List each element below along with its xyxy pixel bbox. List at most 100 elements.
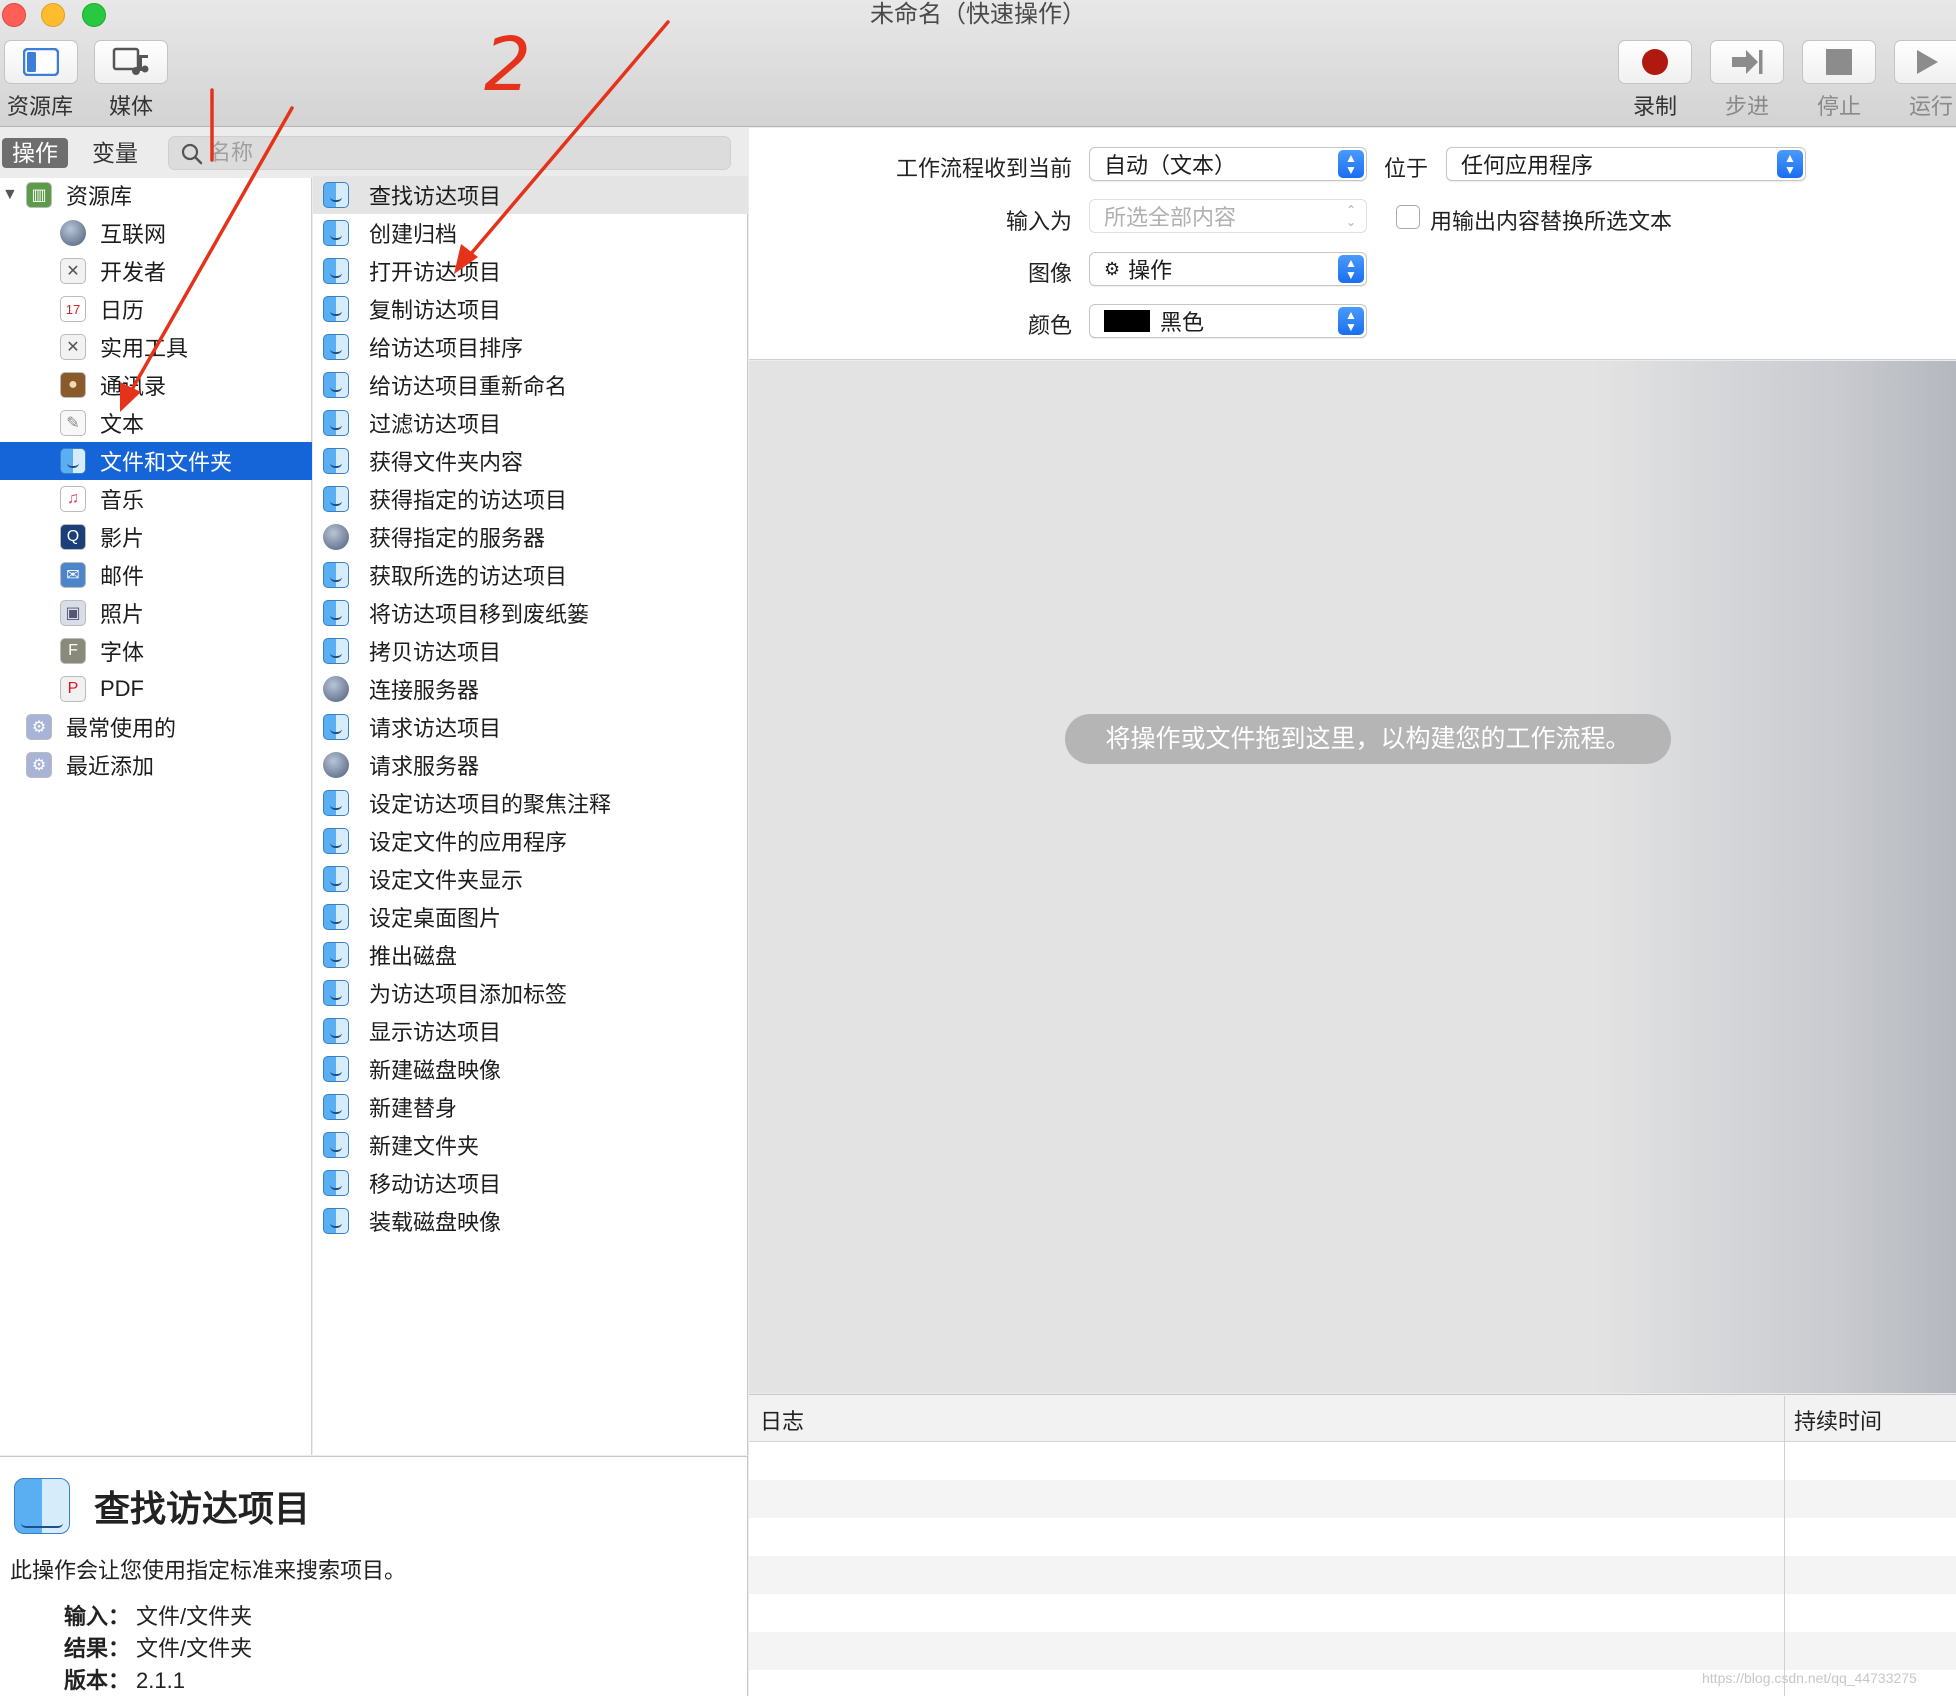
image-value: 操作: [1128, 258, 1173, 283]
tab-actions[interactable]: 操作: [2, 138, 68, 168]
library-item-1[interactable]: 互联网: [0, 214, 312, 252]
row-label: 给访达项目重新命名: [369, 374, 568, 399]
action-item-18[interactable]: 设定文件的应用程序: [313, 822, 748, 860]
duration-column-header[interactable]: 持续时间: [1794, 1404, 1882, 1436]
action-item-21[interactable]: 推出磁盘: [313, 936, 748, 974]
library-item-6[interactable]: ✎ 文本: [0, 404, 312, 442]
finder-icon: [323, 790, 349, 816]
search-field[interactable]: [168, 136, 731, 170]
library-root-item[interactable]: ▥ 资源库 ▼: [0, 176, 312, 214]
action-item-26[interactable]: 新建文件夹: [313, 1126, 748, 1164]
action-item-20[interactable]: 设定桌面图片: [313, 898, 748, 936]
photos-icon: ▣: [60, 600, 86, 626]
tab-variables[interactable]: 变量: [82, 138, 148, 168]
action-item-2[interactable]: 创建归档: [313, 214, 748, 252]
row-label: 连接服务器: [369, 678, 480, 703]
library-item-9[interactable]: Q 影片: [0, 518, 312, 556]
action-item-25[interactable]: 新建替身: [313, 1088, 748, 1126]
row-label: 装载磁盘映像: [369, 1210, 502, 1235]
smart-group-item-2[interactable]: ⚙ 最近添加: [0, 746, 312, 784]
action-item-28[interactable]: 装载磁盘映像: [313, 1202, 748, 1240]
image-popup[interactable]: ⚙ 操作 ▲ ▼: [1089, 252, 1367, 286]
action-item-4[interactable]: 复制访达项目: [313, 290, 748, 328]
action-item-5[interactable]: 给访达项目排序: [313, 328, 748, 366]
library-root-icon: ▥: [26, 182, 52, 208]
action-item-14[interactable]: 连接服务器: [313, 670, 748, 708]
library-item-2[interactable]: ✕ 开发者: [0, 252, 312, 290]
library-button[interactable]: [4, 40, 78, 84]
input-is-popup[interactable]: 所选全部内容 ⌃ ⌄: [1089, 199, 1367, 233]
image-label: 图像: [1027, 261, 1072, 286]
description-result-label: 结果：: [64, 1636, 131, 1661]
row-label: 照片: [100, 602, 145, 627]
row-label: 新建替身: [369, 1096, 458, 1121]
action-item-23[interactable]: 显示访达项目: [313, 1012, 748, 1050]
action-item-10[interactable]: 获得指定的服务器: [313, 518, 748, 556]
finder-icon: [323, 904, 349, 930]
action-item-22[interactable]: 为访达项目添加标签: [313, 974, 748, 1012]
log-column-header[interactable]: 日志: [760, 1404, 804, 1436]
receives-popup[interactable]: 自动（文本） ▲ ▼: [1089, 147, 1367, 181]
finder-icon: [323, 714, 349, 740]
finder-icon: [323, 1094, 349, 1120]
library-icon: [23, 48, 59, 76]
action-item-17[interactable]: 设定访达项目的聚焦注释: [313, 784, 748, 822]
library-item-12[interactable]: F 字体: [0, 632, 312, 670]
library-item-5[interactable]: ● 通讯录: [0, 366, 312, 404]
log-row: [749, 1632, 1956, 1670]
run-label: 运行: [1908, 94, 1953, 119]
quicktime-icon: Q: [60, 524, 86, 550]
library-item-11[interactable]: ▣ 照片: [0, 594, 312, 632]
color-popup[interactable]: 黑色 ▲ ▼: [1089, 304, 1367, 338]
row-label: 开发者: [100, 260, 167, 285]
replace-text-label: 用输出内容替换所选文本: [1430, 209, 1673, 234]
finder-icon: [323, 1056, 349, 1082]
action-item-27[interactable]: 移动访达项目: [313, 1164, 748, 1202]
action-item-9[interactable]: 获得指定的访达项目: [313, 480, 748, 518]
row-label: 请求访达项目: [369, 716, 502, 741]
replace-text-checkbox[interactable]: [1396, 205, 1420, 229]
action-item-6[interactable]: 给访达项目重新命名: [313, 366, 748, 404]
step-button[interactable]: [1710, 40, 1784, 84]
action-item-24[interactable]: 新建磁盘映像: [313, 1050, 748, 1088]
library-item-13[interactable]: P PDF: [0, 670, 312, 708]
stop-button[interactable]: [1802, 40, 1876, 84]
action-item-7[interactable]: 过滤访达项目: [313, 404, 748, 442]
step-icon: [1732, 50, 1763, 74]
smart-group-item-1[interactable]: ⚙ 最常使用的: [0, 708, 312, 746]
row-label: 为访达项目添加标签: [369, 982, 568, 1007]
action-item-15[interactable]: 请求访达项目: [313, 708, 748, 746]
finder-icon: [323, 410, 349, 436]
action-item-12[interactable]: 将访达项目移到废纸篓: [313, 594, 748, 632]
finder-icon: [323, 486, 349, 512]
action-item-11[interactable]: 获取所选的访达项目: [313, 556, 748, 594]
gear-icon: ⚙: [1104, 258, 1121, 279]
search-input[interactable]: [209, 139, 709, 167]
library-item-7[interactable]: 文件和文件夹: [0, 442, 312, 480]
run-button[interactable]: [1894, 40, 1956, 84]
record-button[interactable]: [1618, 40, 1692, 84]
action-item-3[interactable]: 打开访达项目: [313, 252, 748, 290]
finder-icon: [323, 220, 349, 246]
finder-icon: [323, 866, 349, 892]
library-item-4[interactable]: ✕ 实用工具: [0, 328, 312, 366]
action-item-16[interactable]: 请求服务器: [313, 746, 748, 784]
media-icon: [112, 47, 149, 75]
finder-icon: [323, 1208, 349, 1234]
media-button[interactable]: [94, 40, 168, 84]
action-item-8[interactable]: 获得文件夹内容: [313, 442, 748, 480]
library-item-3[interactable]: 17 日历: [0, 290, 312, 328]
action-item-1[interactable]: 查找访达项目: [313, 176, 748, 214]
disclosure-triangle-icon[interactable]: ▼: [2, 186, 18, 204]
library-item-8[interactable]: ♫ 音乐: [0, 480, 312, 518]
action-item-19[interactable]: 设定文件夹显示: [313, 860, 748, 898]
pdf-icon: P: [60, 676, 86, 702]
finder-icon: [323, 638, 349, 664]
finder-icon: [323, 448, 349, 474]
contacts-icon: ●: [60, 372, 86, 398]
action-item-13[interactable]: 拷贝访达项目: [313, 632, 748, 670]
workflow-drop-area[interactable]: [749, 361, 1956, 1393]
row-label: 查找访达项目: [369, 184, 502, 209]
application-popup[interactable]: 任何应用程序 ▲ ▼: [1446, 147, 1806, 181]
library-item-10[interactable]: ✉ 邮件: [0, 556, 312, 594]
